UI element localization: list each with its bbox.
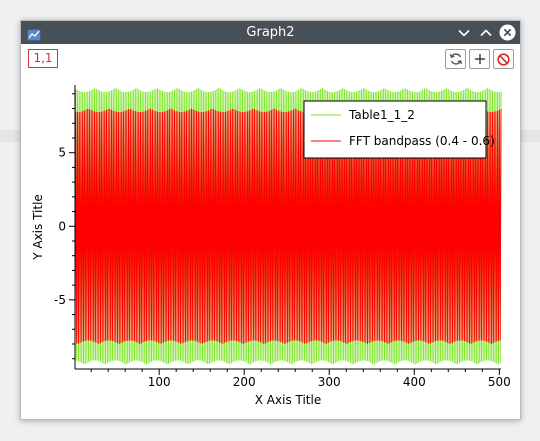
y-axis-title: Y Axis Title <box>31 194 45 261</box>
graph-window[interactable]: Graph2 1,1 100 200 300 400 500 -5 0 5 X … <box>20 20 521 420</box>
x-axis-title: X Axis Title <box>255 393 321 407</box>
legend[interactable]: Table1_1_2 FFT bandpass (0.4 - 0.6) <box>303 100 495 159</box>
x-tick-label: 100 <box>148 375 171 389</box>
no-entry-icon <box>497 52 510 66</box>
y-tick-label: 0 <box>58 219 66 233</box>
y-tick-label: -5 <box>54 293 66 307</box>
layer-button[interactable]: 1,1 <box>28 49 58 68</box>
x-tick-label: 300 <box>318 375 341 389</box>
close-button[interactable] <box>498 23 517 42</box>
x-tick-label: 500 <box>488 375 511 389</box>
title-bar[interactable]: Graph2 <box>21 21 520 44</box>
plus-icon <box>474 54 485 64</box>
legend-label-1: Table1_1_2 <box>348 108 415 122</box>
close-circle-icon <box>499 24 516 41</box>
y-tick-label: 5 <box>58 146 66 160</box>
x-tick-label: 400 <box>403 375 426 389</box>
legend-label-2: FFT bandpass (0.4 - 0.6) <box>349 134 495 148</box>
plot-area[interactable]: 100 200 300 400 500 -5 0 5 X Axis Title Y Axis … <box>21 70 520 419</box>
graph-toolbar: 1,1 <box>21 44 520 70</box>
maximize-button[interactable] <box>476 23 495 42</box>
rescale-refresh-icon <box>449 53 462 65</box>
disable-button[interactable] <box>493 49 514 69</box>
line-chart[interactable]: 100 200 300 400 500 -5 0 5 X Axis Title Y Axis … <box>21 70 520 419</box>
chevron-down-icon <box>457 29 470 37</box>
minimize-button[interactable] <box>454 23 473 42</box>
chevron-up-icon <box>479 28 492 36</box>
x-tick-label: 200 <box>233 375 256 389</box>
rescale-button[interactable] <box>445 49 466 69</box>
add-layer-button[interactable] <box>469 49 490 69</box>
window-title: Graph2 <box>246 25 295 40</box>
